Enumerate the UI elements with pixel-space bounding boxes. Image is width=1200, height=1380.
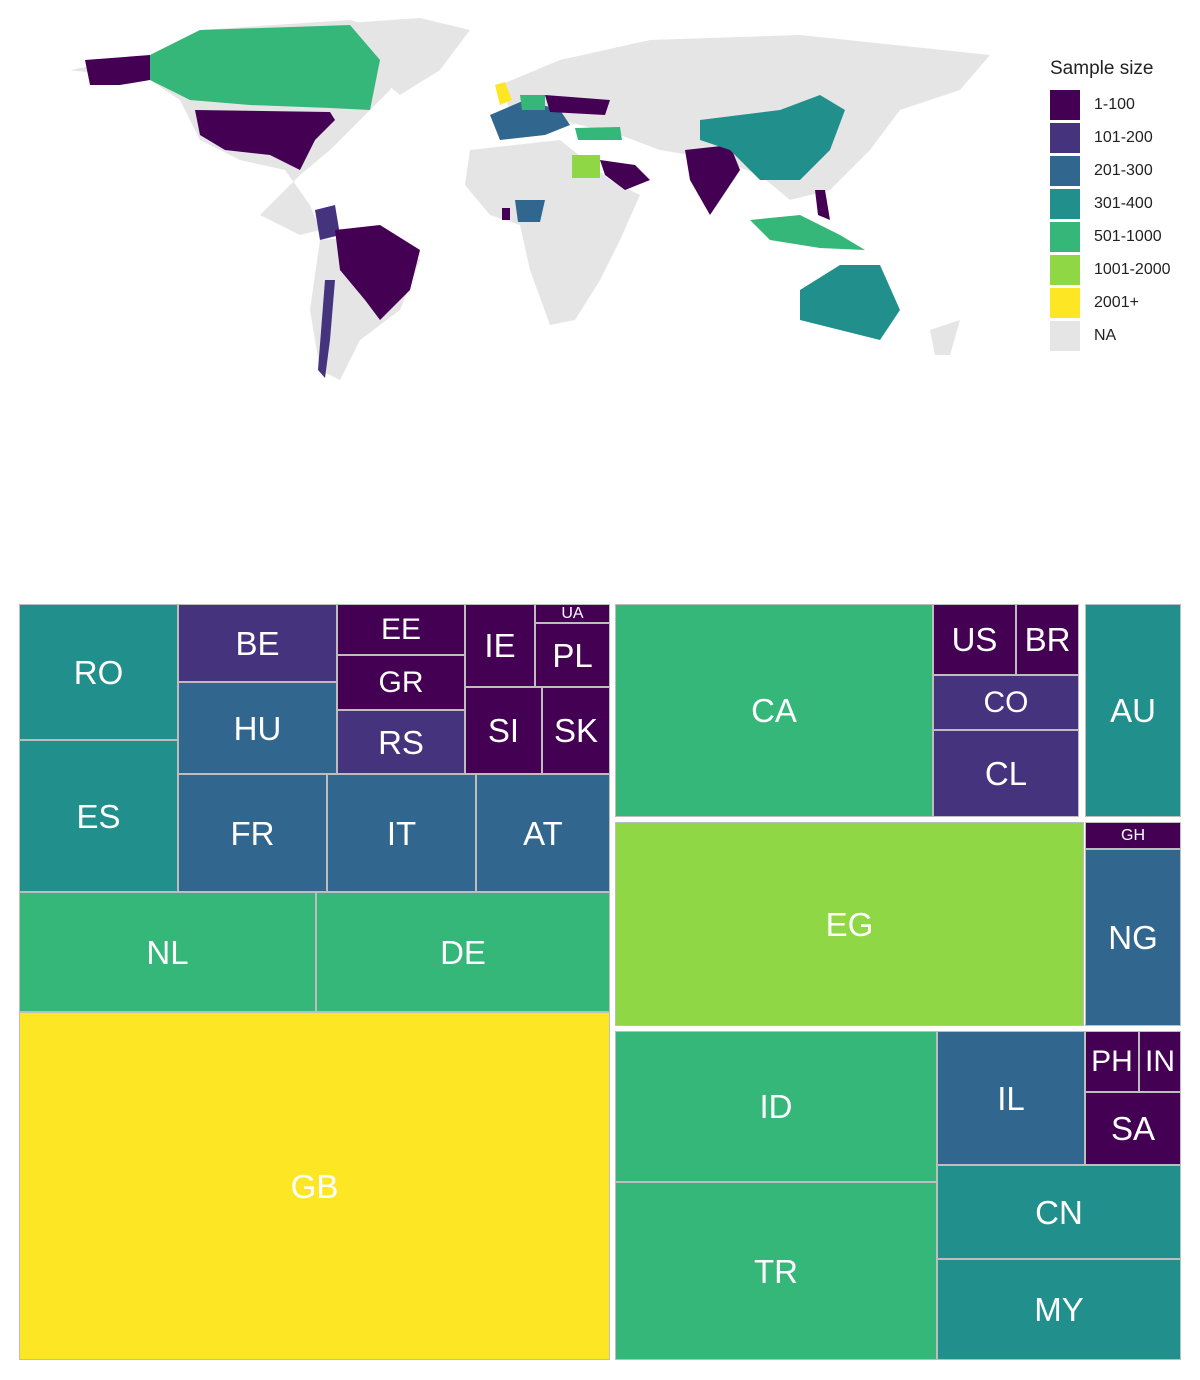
treemap-cell-ie: IE [465,604,535,687]
treemap-cell-ng: NG [1085,849,1181,1026]
treemap-label: EG [825,905,874,943]
treemap-cell-at: AT [476,774,610,892]
treemap-label: SA [1110,1110,1156,1147]
treemap-cell-my: MY [937,1259,1181,1360]
treemap-label: IN [1145,1044,1175,1078]
treemap-label: AT [523,814,563,852]
treemap-cell-cn: CN [937,1165,1181,1259]
treemap-label: ES [76,797,121,835]
treemap-cell-si: SI [465,687,542,774]
treemap-cell-au: AU [1085,604,1181,817]
treemap-label: UA [561,604,584,622]
treemap-label: RS [378,723,424,761]
treemap-label: PL [552,636,593,674]
treemap-cell-gh: GH [1085,822,1181,849]
treemap-label: CO [983,685,1029,719]
treemap-label: ID [759,1088,793,1125]
treemap-cell-pl: PL [535,623,610,687]
treemap-label: HU [233,709,282,747]
treemap-cell-cl: CL [933,730,1079,817]
treemap-cell-co: CO [933,675,1079,730]
treemap-cell-fr: FR [178,774,327,892]
treemap-label: AU [1110,692,1156,729]
treemap-cell-gb: GB [19,1012,610,1360]
treemap-cell-it: IT [327,774,476,892]
treemap-cell-br: BR [1016,604,1079,675]
treemap-label: CA [751,692,797,729]
treemap-cell-gr: GR [337,655,465,710]
treemap-label: GB [290,1167,339,1205]
treemap-label: SK [553,712,599,749]
treemap-label: MY [1034,1291,1084,1328]
treemap-cell-tr: TR [615,1182,937,1360]
treemap-label: RO [73,653,124,691]
treemap-label: NL [146,933,189,971]
treemap-label: PH [1091,1044,1133,1078]
treemap-label: IT [386,814,417,852]
treemap-cell-hu: HU [178,682,337,774]
treemap-cell-ee: EE [337,604,465,655]
treemap-cell-ph: PH [1085,1031,1139,1092]
treemap-cell-il: IL [937,1031,1085,1165]
treemap-label: DE [440,933,486,971]
treemap-cell-id: ID [615,1031,937,1182]
treemap-cell-ro: RO [19,604,178,740]
treemap-cell-ca: CA [615,604,933,817]
treemap: RO ES BE HU EE GR RS IE UA PL SI SK FR IT AT NL DE GB CA US… [0,0,1200,1380]
treemap-cell-de: DE [316,892,610,1012]
treemap-label: FR [230,814,275,852]
treemap-label: GR [378,665,424,699]
treemap-label: BR [1024,621,1071,658]
treemap-label: IL [997,1079,1025,1117]
treemap-cell-es: ES [19,740,178,892]
treemap-label: US [951,621,998,658]
treemap-label: GH [1121,826,1145,844]
treemap-label: SI [487,712,520,749]
treemap-cell-be: BE [178,604,337,682]
treemap-cell-eg: EG [615,822,1084,1026]
treemap-label: CN [1035,1193,1083,1231]
treemap-label: CL [984,755,1028,792]
treemap-cell-sk: SK [542,687,610,774]
treemap-label: IE [484,627,516,664]
treemap-label: BE [235,624,280,662]
treemap-cell-us: US [933,604,1016,675]
treemap-cell-ua: UA [535,604,610,623]
treemap-cell-nl: NL [19,892,316,1012]
treemap-label: EE [380,612,422,646]
treemap-cell-sa: SA [1085,1092,1181,1165]
treemap-label: NG [1108,919,1158,956]
treemap-cell-rs: RS [337,710,465,774]
treemap-label: TR [754,1252,798,1290]
treemap-cell-in: IN [1139,1031,1181,1092]
